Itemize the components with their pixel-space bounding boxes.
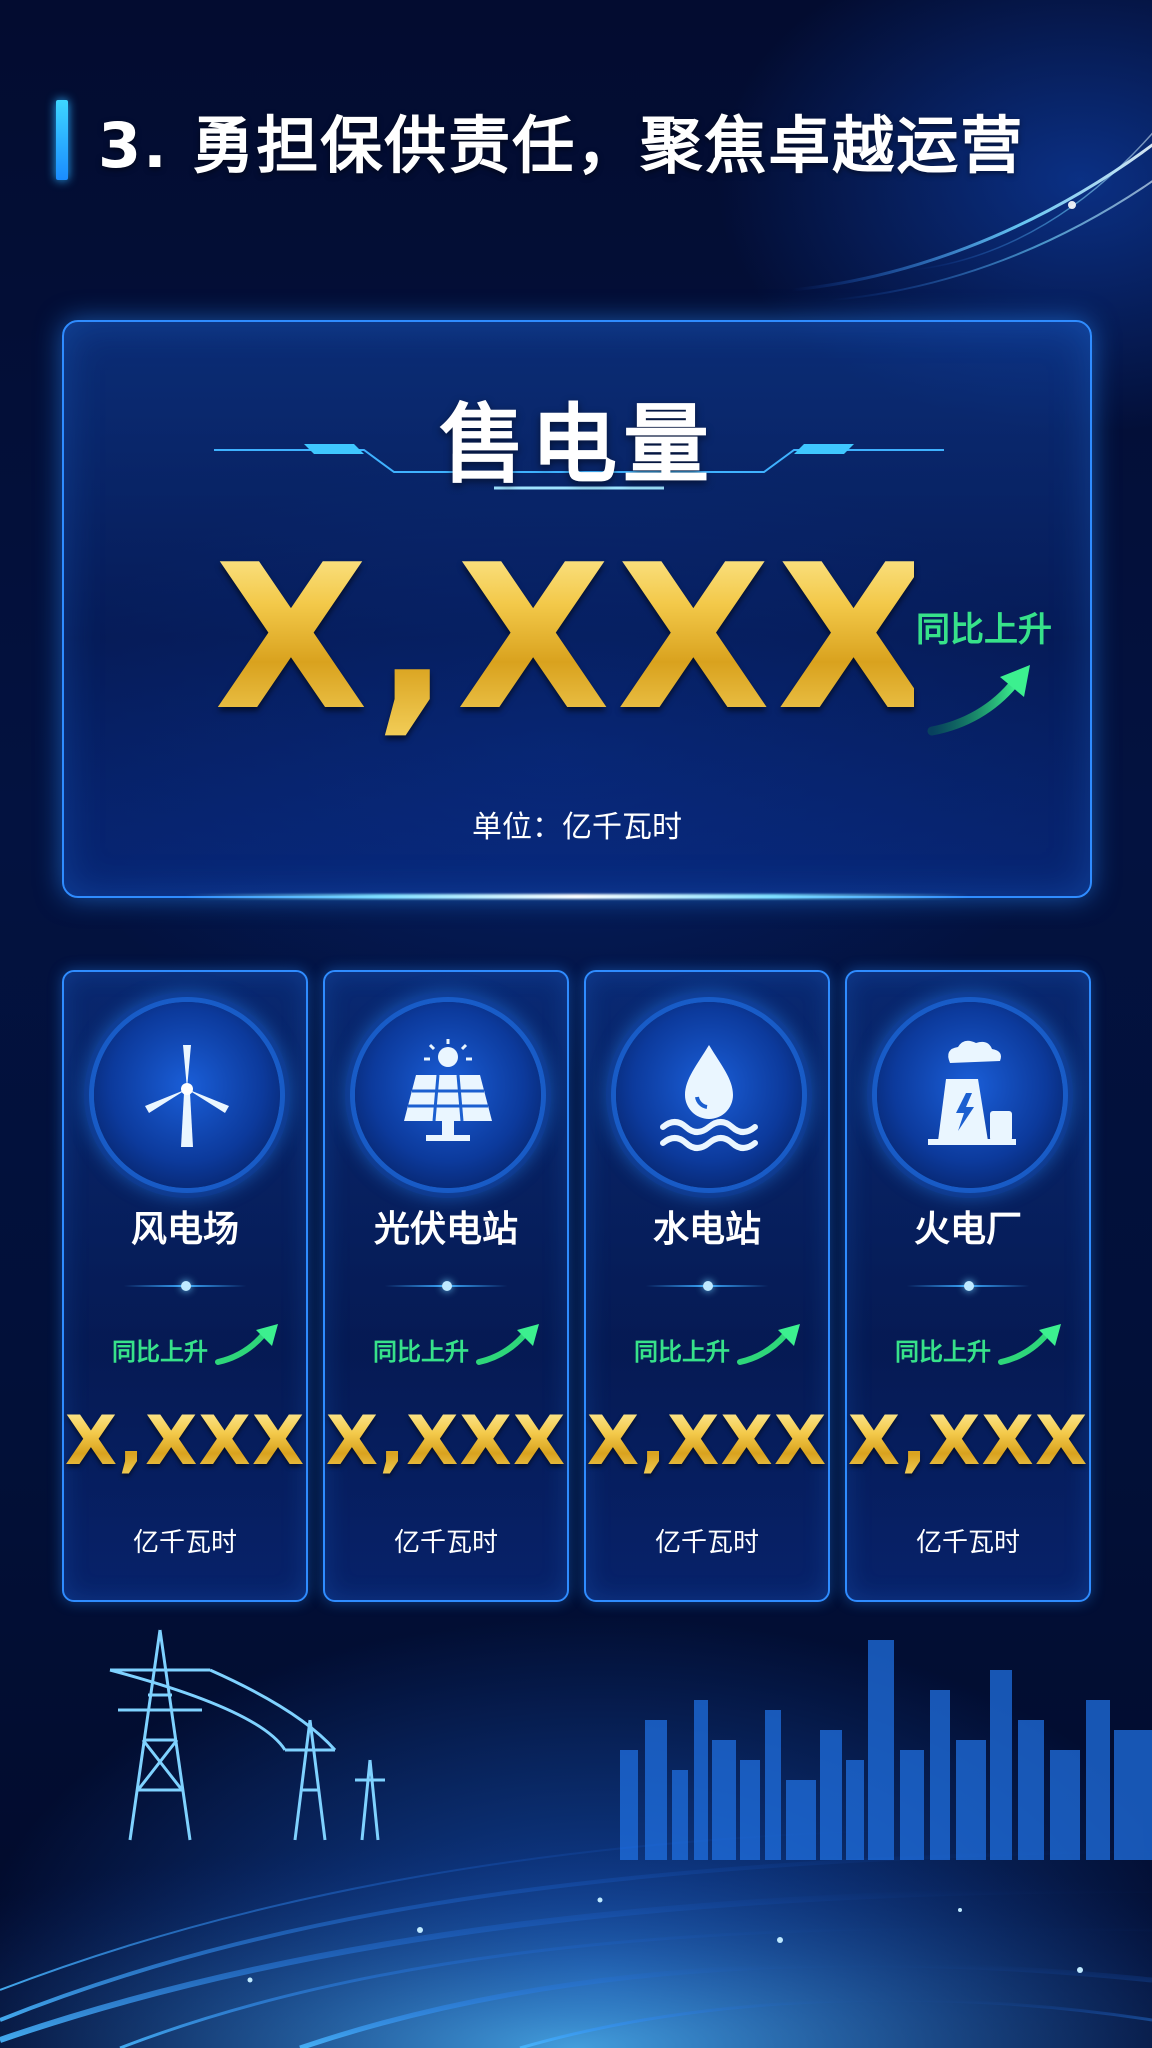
plant-unit: 亿千瓦时 — [654, 1528, 759, 1558]
power-plant-icon — [928, 1040, 1016, 1145]
plant-name: 光伏电站 — [373, 1209, 518, 1250]
trend-label: 同比上升 — [634, 1338, 730, 1366]
plant-value: X,XXX — [325, 1402, 567, 1481]
sales-volume-card: 售电量 X,XXX 同比上升 单位：亿千瓦时 — [62, 320, 1092, 899]
plant-value: X,XXX — [847, 1402, 1089, 1481]
page-title: 3. 勇担保供责任，聚焦卓越运营 — [98, 109, 1025, 182]
plant-card-thermal: 火电厂 同比上升 X,XXX 亿千瓦时 — [845, 970, 1091, 1602]
plant-unit: 亿千瓦时 — [393, 1528, 498, 1558]
header-accent-bar — [56, 100, 68, 180]
icon-ring — [616, 1002, 802, 1188]
plant-value: X,XXX — [64, 1402, 306, 1481]
divider-dot — [181, 1281, 191, 1291]
trend-up-arrow-icon — [927, 665, 1030, 736]
card-bottom-glow — [184, 894, 970, 899]
trend-up-arrow-icon — [476, 1324, 539, 1365]
trend-up-arrow-icon — [215, 1324, 278, 1365]
card-title: 售电量 — [439, 395, 715, 495]
trend-label: 同比上升 — [895, 1338, 991, 1366]
plant-name: 水电站 — [652, 1209, 761, 1250]
solar-panel-icon — [404, 1039, 492, 1141]
divider-dot — [964, 1281, 974, 1291]
city-skyline — [620, 1640, 1152, 1860]
plant-card-hydro: 水电站 同比上升 X,XXX 亿千瓦时 — [584, 970, 830, 1602]
plant-cards: 风电场 同比上升 X,XXX 亿千瓦时 光伏电站 同比上升 X,XXX 亿千瓦时… — [62, 970, 1092, 1602]
section-header: 3. 勇担保供责任，聚焦卓越运营 — [56, 98, 1024, 182]
water-drop-icon — [660, 1045, 758, 1151]
divider-dot — [442, 1281, 452, 1291]
plant-value: X,XXX — [586, 1402, 828, 1481]
unit-label: 单位：亿千瓦时 — [472, 810, 682, 845]
trend-up-arrow-icon — [737, 1324, 800, 1365]
plant-card-solar: 光伏电站 同比上升 X,XXX 亿千瓦时 — [323, 970, 569, 1602]
trend-label: 同比上升 — [916, 610, 1052, 650]
icon-ring — [355, 1002, 541, 1188]
trend-indicator: 同比上升 — [884, 602, 1084, 743]
divider-dot — [703, 1281, 713, 1291]
icon-ring — [94, 1002, 280, 1188]
sales-volume-value: X,XXX — [214, 522, 937, 755]
wind-turbine-icon — [145, 1045, 229, 1147]
trend-label: 同比上升 — [112, 1338, 208, 1366]
plant-name: 风电场 — [130, 1209, 239, 1250]
plant-card-wind: 风电场 同比上升 X,XXX 亿千瓦时 — [62, 970, 308, 1602]
plant-unit: 亿千瓦时 — [132, 1528, 237, 1558]
plant-name: 火电厂 — [913, 1209, 1022, 1250]
plant-unit: 亿千瓦时 — [915, 1528, 1020, 1558]
city-and-power-grid-illustration — [0, 1629, 1152, 2048]
icon-ring — [877, 1002, 1063, 1188]
trend-label: 同比上升 — [373, 1338, 469, 1366]
trend-up-arrow-icon — [998, 1324, 1061, 1365]
